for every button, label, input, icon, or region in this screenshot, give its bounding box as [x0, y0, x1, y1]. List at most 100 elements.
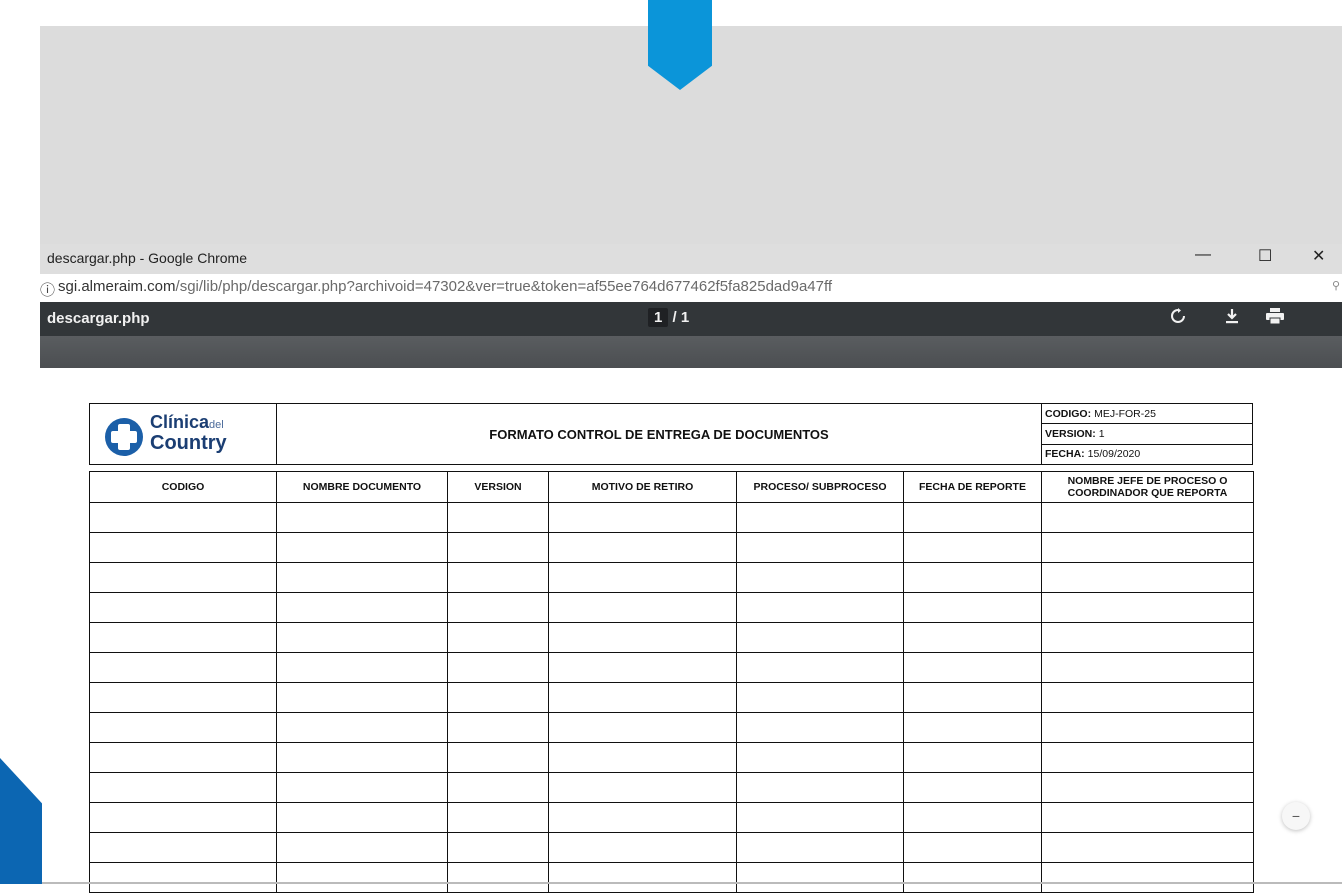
table-cell [548, 562, 737, 593]
column-header: MOTIVO DE RETIRO [548, 471, 737, 503]
document-header: Clínicadel Country FORMATO CONTROL DE EN… [89, 403, 1253, 465]
table-row [89, 682, 1254, 713]
page-current-input[interactable]: 1 [648, 308, 669, 327]
minimize-button[interactable]: — [1195, 246, 1211, 264]
table-cell [276, 802, 448, 833]
table-cell [903, 532, 1042, 563]
column-header: CODIGO [89, 471, 277, 503]
table-cell [548, 742, 737, 773]
pdf-toolbar: descargar.php 1 / 1 [40, 302, 1342, 336]
table-cell [736, 832, 904, 863]
table-cell [903, 622, 1042, 653]
rotate-icon[interactable] [1170, 308, 1186, 329]
table-cell [276, 772, 448, 803]
meta-codigo: CODIGO: MEJ-FOR-25 [1042, 404, 1252, 425]
clinic-cross-logo [105, 418, 143, 456]
address-bar[interactable]: ⓘ sgi.almeraim.com/sgi/lib/php/descargar… [40, 274, 1342, 302]
table-cell [447, 712, 549, 743]
table-row [89, 562, 1254, 593]
window-titlebar: descargar.php - Google Chrome — ☐ ✕ [40, 244, 1342, 274]
table-cell [548, 532, 737, 563]
table-cell [447, 562, 549, 593]
logo-cell: Clínicadel Country [90, 404, 277, 464]
address-path: /sgi/lib/php/descargar.php?archivoid=473… [175, 278, 833, 295]
table-cell [1041, 562, 1254, 593]
address-url[interactable]: sgi.almeraim.com/sgi/lib/php/descargar.p… [58, 278, 832, 295]
table-cell [1041, 712, 1254, 743]
table-cell [1041, 832, 1254, 863]
table-cell [736, 712, 904, 743]
table-cell [1041, 502, 1254, 533]
table-cell [736, 682, 904, 713]
column-header: PROCESO/ SUBPROCESO [736, 471, 904, 503]
table-cell [903, 832, 1042, 863]
site-info-icon[interactable]: ⓘ [40, 279, 55, 300]
close-button[interactable]: ✕ [1312, 246, 1325, 266]
table-cell [736, 742, 904, 773]
table-cell [736, 502, 904, 533]
column-header: NOMBRE JEFE DE PROCESO O COORDINADOR QUE… [1041, 471, 1254, 503]
table-row [89, 772, 1254, 803]
table-cell [736, 562, 904, 593]
table-cell [1041, 862, 1254, 893]
table-cell [736, 652, 904, 683]
table-cell [1041, 622, 1254, 653]
table-cell [1041, 592, 1254, 623]
table-cell [89, 832, 277, 863]
column-header: VERSION [447, 471, 549, 503]
meta-version: VERSION: 1 [1042, 424, 1252, 445]
table-cell [447, 802, 549, 833]
document-title: FORMATO CONTROL DE ENTREGA DE DOCUMENTOS [277, 404, 1042, 464]
pdf-file-name: descargar.php [47, 310, 150, 327]
table-cell [1041, 802, 1254, 833]
table-cell [276, 862, 448, 893]
maximize-button[interactable]: ☐ [1258, 246, 1272, 266]
table-cell [89, 862, 277, 893]
table-cell [548, 652, 737, 683]
logo-line1: Clínica [150, 412, 210, 432]
table-cell [89, 502, 277, 533]
table-cell [447, 622, 549, 653]
table-cell [1041, 532, 1254, 563]
table-cell [736, 862, 904, 893]
table-row [89, 862, 1254, 893]
table-cell [736, 592, 904, 623]
table-cell [1041, 772, 1254, 803]
pdf-document: Clínicadel Country FORMATO CONTROL DE EN… [89, 403, 1254, 893]
table-cell [548, 772, 737, 803]
print-icon[interactable] [1266, 308, 1284, 329]
table-cell [89, 652, 277, 683]
table-cell [736, 802, 904, 833]
table-cell [903, 772, 1042, 803]
page-separator: / [672, 309, 677, 326]
key-icon[interactable]: ⚲ [1332, 279, 1340, 292]
table-cell [89, 682, 277, 713]
table-cell [447, 592, 549, 623]
table-cell [276, 562, 448, 593]
table-row [89, 742, 1254, 773]
table-cell [89, 742, 277, 773]
download-icon[interactable] [1224, 308, 1240, 329]
table-cell [736, 772, 904, 803]
table-cell [903, 562, 1042, 593]
document-meta: CODIGO: MEJ-FOR-25 VERSION: 1 FECHA: 15/09/… [1042, 404, 1252, 464]
table-cell [276, 832, 448, 863]
table-cell [903, 862, 1042, 893]
table-cell [903, 742, 1042, 773]
table-cell [89, 622, 277, 653]
table-cell [447, 742, 549, 773]
table-cell [1041, 652, 1254, 683]
table-row [89, 802, 1254, 833]
table-header-row: CODIGO NOMBRE DOCUMENTO VERSION MOTIVO D… [89, 471, 1254, 503]
table-cell [548, 832, 737, 863]
table-cell [276, 712, 448, 743]
table-cell [447, 532, 549, 563]
table-cell [276, 622, 448, 653]
logo-line2: Country [150, 432, 227, 454]
table-cell [89, 712, 277, 743]
table-cell [548, 862, 737, 893]
column-header: FECHA DE REPORTE [903, 471, 1042, 503]
table-cell [1041, 682, 1254, 713]
zoom-out-button[interactable]: − [1282, 802, 1310, 830]
table-cell [89, 532, 277, 563]
